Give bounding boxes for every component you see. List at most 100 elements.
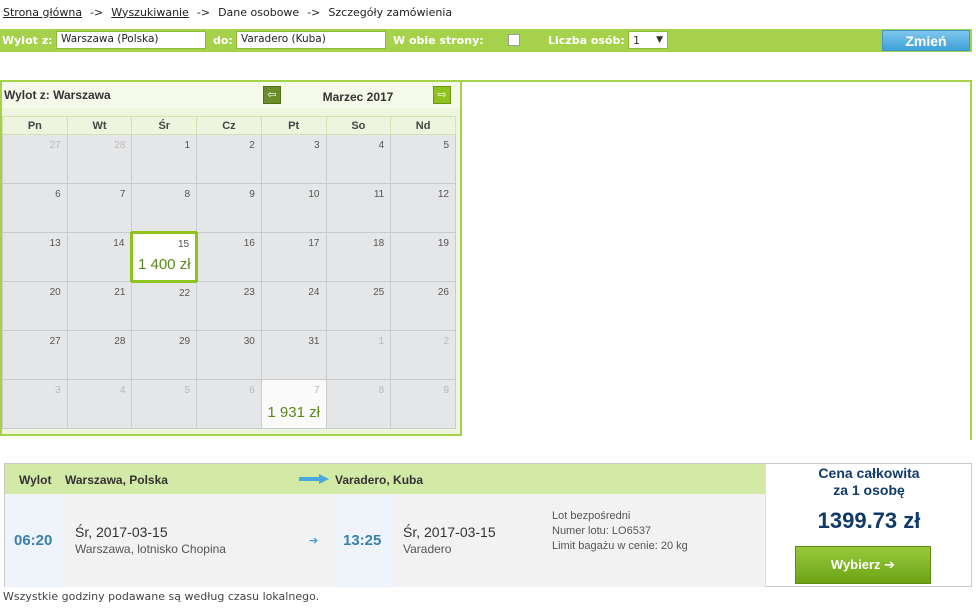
- calendar-day[interactable]: 5: [131, 379, 198, 429]
- calendar-day[interactable]: 3: [260, 134, 327, 184]
- arrow-right-icon: ⇨: [437, 89, 447, 101]
- calendar-day[interactable]: 16: [196, 232, 262, 282]
- calendar-day[interactable]: 27: [2, 134, 68, 184]
- day-number: 3: [313, 140, 320, 151]
- persons-value: 1: [633, 33, 640, 47]
- day-number: 11: [373, 189, 385, 200]
- calendar-day[interactable]: 14: [66, 232, 133, 282]
- calendar-day[interactable]: 8: [325, 379, 392, 429]
- calendar-day[interactable]: 11: [325, 183, 392, 233]
- day-number: 14: [113, 238, 125, 249]
- calendar-day[interactable]: 18: [325, 232, 392, 282]
- calendar-day[interactable]: 27: [2, 330, 68, 380]
- calendar-day[interactable]: 10: [260, 183, 327, 233]
- footer-note: Wszystkie godziny podawane są według cza…: [3, 590, 320, 603]
- day-number: 22: [178, 288, 191, 299]
- calendar-header: Wylot z: Warszawa ⇦ Marzec 2017 ⇨: [2, 82, 460, 108]
- weekday-header: Cz: [196, 116, 262, 135]
- calendar-week: 27 28 29 30 31 1 2: [2, 330, 456, 380]
- calendar-day[interactable]: 30: [196, 330, 262, 380]
- departure-place: Warszawa, lotnisko Chopina: [75, 542, 226, 556]
- direction-arrow-icon: [299, 474, 329, 484]
- roundtrip-label: W obie strony:: [393, 34, 484, 47]
- to-label: do:: [213, 34, 233, 47]
- calendar-day[interactable]: 31: [260, 330, 327, 380]
- calendar-day[interactable]: 24: [260, 281, 327, 331]
- calendar-day[interactable]: 22: [131, 281, 198, 331]
- calendar-day[interactable]: 20: [2, 281, 68, 331]
- day-number: 26: [437, 287, 449, 298]
- day-number: 20: [49, 287, 61, 298]
- arrow-left-icon: ⇦: [267, 89, 277, 101]
- persons-select[interactable]: 1 ▼: [628, 31, 668, 49]
- calendar-day[interactable]: 6: [2, 183, 68, 233]
- day-number: 10: [308, 189, 320, 200]
- day-number: 16: [243, 238, 255, 249]
- day-number: 1: [378, 336, 385, 347]
- calendar-day[interactable]: 28: [66, 330, 133, 380]
- breadcrumb-separator: ->: [307, 5, 321, 19]
- arrow-right-icon: ➔: [884, 557, 896, 572]
- calendar-day[interactable]: 1: [131, 134, 198, 184]
- calendar-day[interactable]: 15 1 400 zł: [130, 231, 199, 283]
- calendar-day[interactable]: 12: [390, 183, 456, 233]
- day-number: 28: [114, 336, 126, 347]
- calendar-day[interactable]: 1: [325, 330, 392, 380]
- day-number: 24: [308, 287, 320, 298]
- calendar-day[interactable]: 4: [325, 134, 392, 184]
- total-price: 1399.73 zł: [817, 508, 921, 533]
- to-input[interactable]: Varadero (Kuba): [236, 31, 386, 49]
- calendar-day[interactable]: 7: [66, 183, 133, 233]
- calendar-day[interactable]: 26: [390, 281, 456, 331]
- calendar-day[interactable]: 29: [131, 330, 198, 380]
- select-button[interactable]: Wybierz ➔: [795, 546, 931, 584]
- flight-details: 06:20 Śr, 2017-03-15 Warszawa, lotnisko …: [5, 494, 765, 587]
- breadcrumb-home-link[interactable]: Strona główna: [3, 6, 82, 19]
- calendar-day[interactable]: 5: [390, 134, 456, 184]
- calendar-day[interactable]: 2: [390, 330, 456, 380]
- calendar-day[interactable]: 9: [196, 183, 262, 233]
- search-bar: Wylot z: Warszawa (Polska) do: Varadero …: [0, 29, 972, 52]
- calendar-day[interactable]: 7 1 931 zł: [260, 379, 327, 429]
- breadcrumb-personal: Dane osobowe: [218, 5, 300, 19]
- calendar-body: 27 28 1 2 3 4 5 6 7 8 9 10 11 12 13 14 15 1 400 zł 16 17 18 1…: [2, 134, 456, 429]
- persons-label: Liczba osób:: [548, 34, 625, 47]
- chevron-down-icon: ▼: [656, 35, 663, 45]
- day-number: 8: [378, 385, 385, 396]
- day-number: 31: [308, 336, 320, 347]
- calendar-day[interactable]: 6: [196, 379, 262, 429]
- weekday-header: Pt: [260, 116, 327, 135]
- change-button[interactable]: Zmień: [882, 30, 970, 51]
- from-label: Wylot z:: [2, 34, 53, 47]
- day-number: 15: [177, 239, 190, 250]
- calendar-day[interactable]: 9: [390, 379, 456, 429]
- calendar-day[interactable]: 28: [66, 134, 133, 184]
- calendar-day[interactable]: 4: [66, 379, 133, 429]
- day-number: 9: [249, 189, 255, 200]
- calendar-day[interactable]: 2: [196, 134, 262, 184]
- day-number: 4: [378, 140, 385, 151]
- calendar-day[interactable]: 25: [325, 281, 392, 331]
- day-number: 13: [49, 238, 61, 249]
- calendar-day[interactable]: 8: [131, 183, 198, 233]
- breadcrumb-search-link[interactable]: Wyszukiwanie: [111, 6, 189, 19]
- prev-month-button[interactable]: ⇦: [263, 86, 281, 104]
- calendar-day[interactable]: 3: [2, 379, 68, 429]
- calendar-day[interactable]: 19: [390, 232, 456, 282]
- day-number: 9: [443, 385, 449, 396]
- next-month-button[interactable]: ⇨: [433, 86, 451, 104]
- day-number: 3: [55, 385, 61, 396]
- from-input[interactable]: Warszawa (Polska): [56, 31, 206, 49]
- calendar-day[interactable]: 23: [196, 281, 262, 331]
- day-number: 1: [184, 140, 191, 151]
- day-number: 21: [114, 287, 126, 298]
- price-title: Cena całkowita: [818, 465, 920, 481]
- weekday-header: Wt: [66, 116, 133, 135]
- roundtrip-checkbox[interactable]: [508, 34, 520, 46]
- calendar-day[interactable]: 21: [66, 281, 133, 331]
- calendar-day[interactable]: 13: [2, 232, 68, 282]
- price-subtitle: za 1 osobę: [833, 482, 905, 498]
- calendar-day[interactable]: 17: [260, 232, 327, 282]
- day-number: 7: [313, 385, 320, 396]
- direction-label: Wylot: [19, 473, 52, 487]
